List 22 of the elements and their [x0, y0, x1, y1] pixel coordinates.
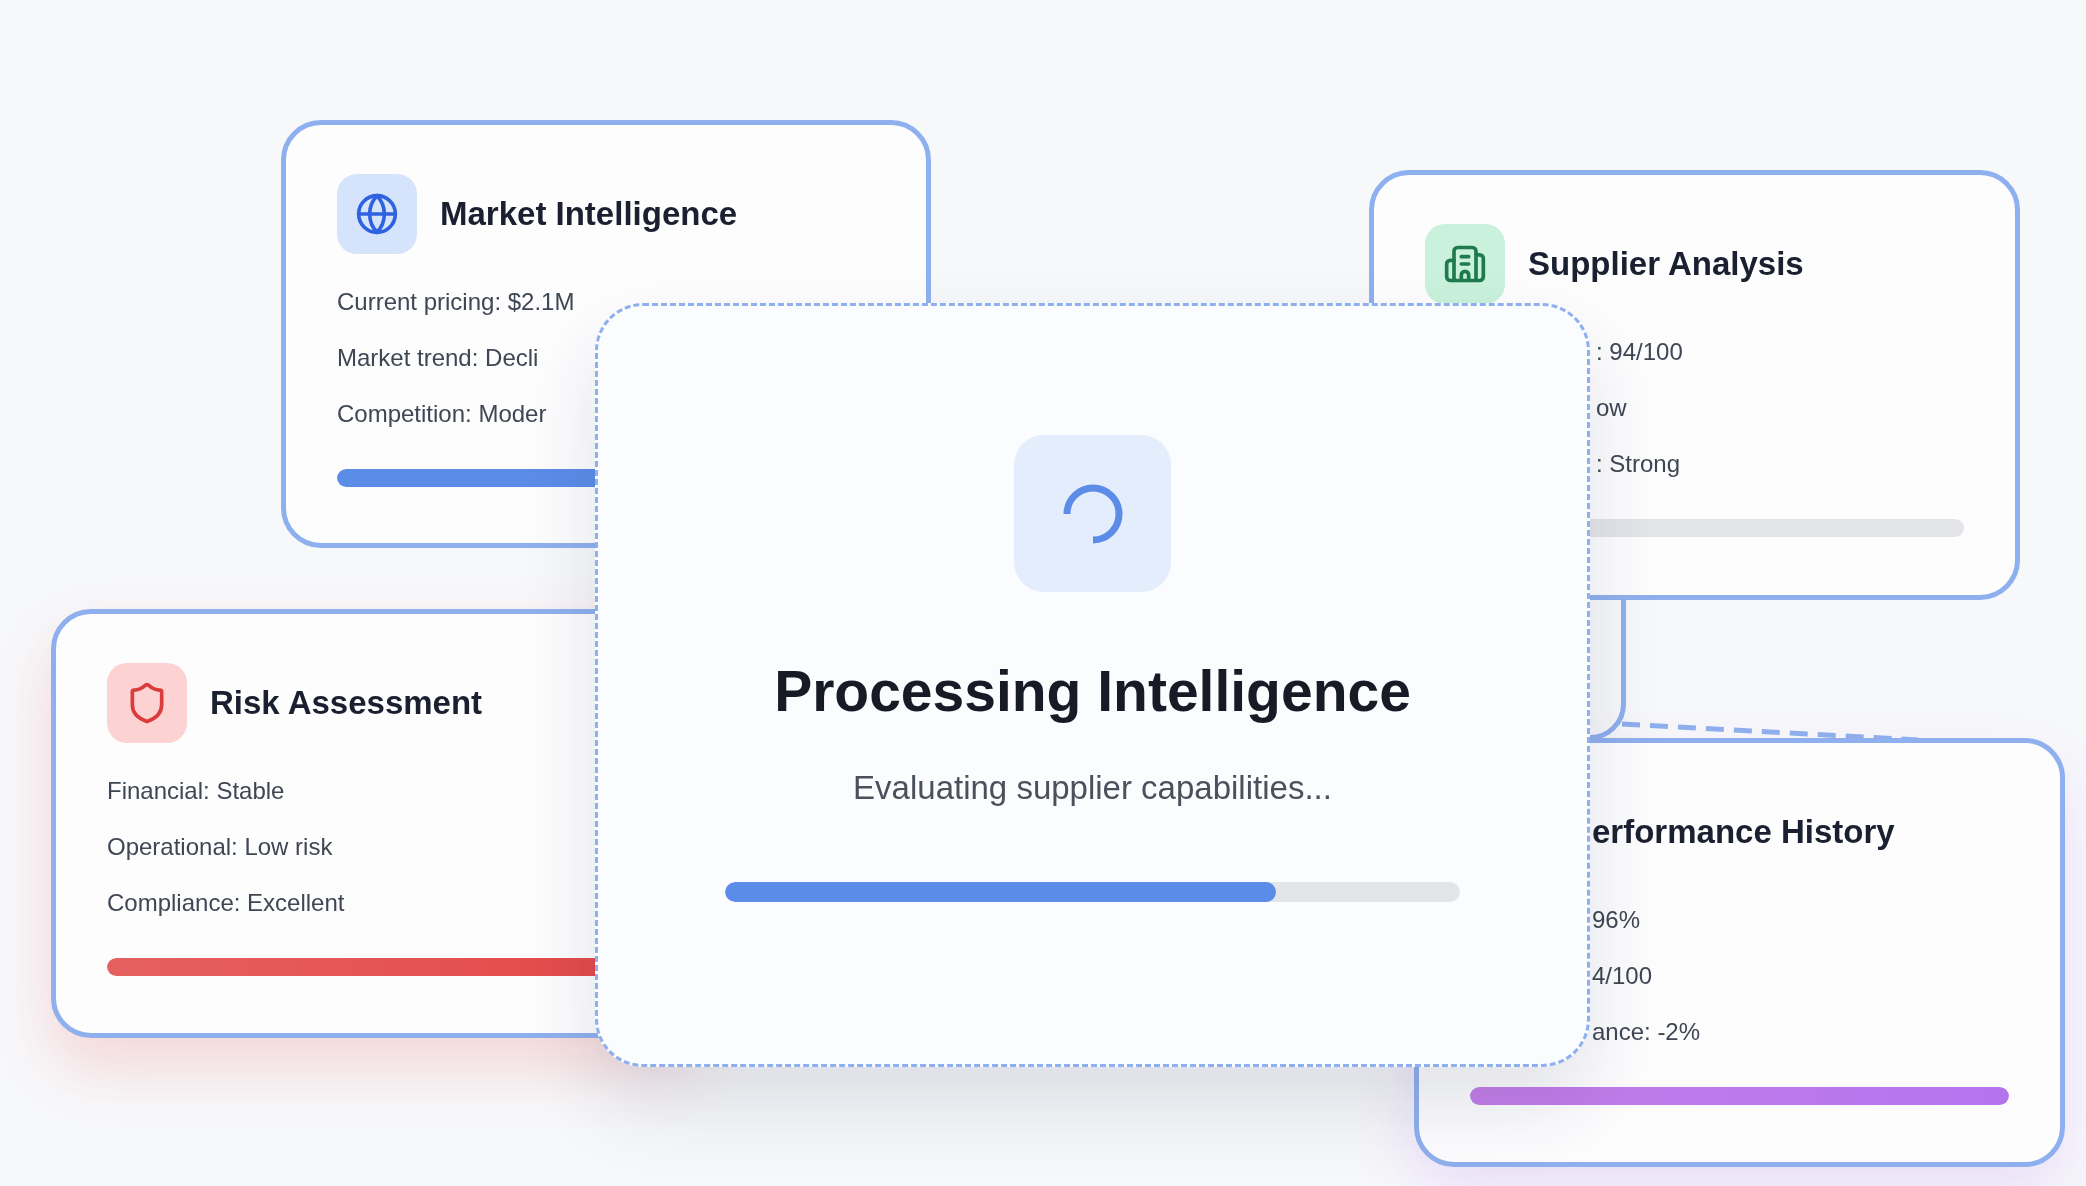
card-detail-text: : Strong [1596, 449, 1682, 479]
card-title: Market Intelligence [440, 194, 738, 235]
card-detail-text: 96% [1592, 905, 1642, 935]
card-title: Risk Assessment [210, 683, 483, 724]
card-detail-text: Market trend: Decli [337, 343, 540, 373]
card-detail-text: Current pricing: $2.1M [337, 287, 576, 317]
card-detail-text: : 94/100 [1596, 337, 1684, 367]
processing-title: Processing Intelligence [774, 658, 1411, 724]
shield-icon [107, 663, 187, 743]
globe-icon [337, 174, 417, 254]
card-detail-text: Compliance: Excellent [107, 888, 346, 918]
card-title: erformance History [1592, 812, 1895, 853]
processing-subtitle: Evaluating supplier capabilities... [853, 768, 1332, 808]
spinner-icon [1014, 435, 1171, 592]
card-title: Supplier Analysis [1528, 244, 1804, 285]
card-detail-text: Financial: Stable [107, 776, 286, 806]
card-detail-text: ance: -2% [1592, 1017, 1702, 1047]
card-detail-text: Competition: Moder [337, 399, 548, 429]
card-detail-text: ow [1596, 393, 1628, 423]
building-icon [1425, 224, 1505, 304]
card-detail-text: 4/100 [1592, 961, 1654, 991]
card-detail-text: Operational: Low risk [107, 832, 334, 862]
